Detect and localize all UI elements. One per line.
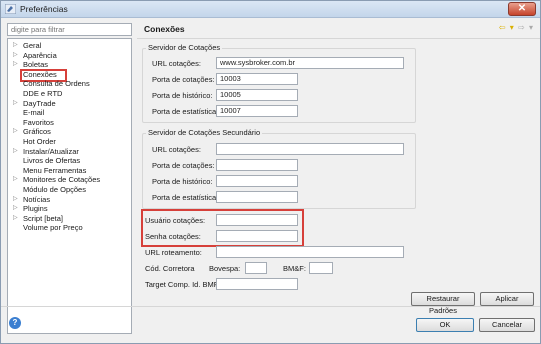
tree-item[interactable]: ▷ Monitores de Cotações <box>8 175 131 184</box>
tree-item[interactable]: ▷ Geral <box>8 41 131 50</box>
tree-item-label: Monitores de Cotações <box>23 175 101 185</box>
url-field[interactable]: www.sysbroker.com.br <box>216 57 404 69</box>
tree-item[interactable]: Volume por Preço <box>8 223 131 232</box>
settings-pane: Conexões ⇦ ▾ ⇨ ▾ Servidor de Cotações UR… <box>137 18 540 343</box>
user-label: Usuário cotações: <box>145 216 206 225</box>
tree-expand-icon[interactable]: ▷ <box>13 214 19 223</box>
preferences-tree: ▷ Geral ▷ Aparência ▷ Boletas Conexões Consulta… <box>7 38 132 334</box>
restore-defaults-button[interactable]: Restaurar Padrões <box>411 292 475 315</box>
target-comp-field[interactable] <box>216 278 298 290</box>
port-label: Porta de cotações: <box>152 75 215 84</box>
tree-item[interactable]: Consulta de Ordens <box>8 79 131 88</box>
tree-expand-icon[interactable]: ▷ <box>13 147 19 156</box>
bmf-field[interactable] <box>309 262 333 274</box>
port-field[interactable]: 10003 <box>216 73 298 85</box>
secondary-port-label: Porta de cotações: <box>152 161 215 170</box>
tree-item-label: Hot Order <box>23 137 56 146</box>
secondary-server-title: Servidor de Cotações Secundário <box>146 128 263 137</box>
secondary-url-field[interactable] <box>216 143 404 155</box>
tree-item-label: Consulta de Ordens <box>23 79 90 89</box>
tree-item[interactable]: DDE e RTD <box>8 89 131 98</box>
bmf-label: BM&F: <box>283 264 306 273</box>
page-title: Conexões <box>144 24 185 34</box>
stats-port-label: Porta de estatísticas: <box>152 107 223 116</box>
tree-item[interactable]: Hot Order <box>8 137 131 146</box>
password-label: Senha cotações: <box>145 232 201 241</box>
tree-item-label: E-mail <box>23 108 45 118</box>
tree-item[interactable]: ▷ Aparência <box>8 51 131 60</box>
tree-expand-icon[interactable]: ▷ <box>13 127 19 136</box>
apply-button[interactable]: Aplicar <box>480 292 534 306</box>
routing-url-label: URL roteamento: <box>145 248 202 257</box>
tree-item-label: Volume por Preço <box>23 223 83 233</box>
tree-expand-icon[interactable]: ▷ <box>13 41 19 50</box>
secondary-stats-port-label: Porta de estatísticas: <box>152 193 223 202</box>
ok-button[interactable]: OK <box>416 318 474 332</box>
tree-item-label: Livros de Ofertas <box>23 156 81 166</box>
secondary-url-label: URL cotações: <box>152 145 201 154</box>
forward-icon[interactable]: ⇨ <box>518 23 526 32</box>
header-divider <box>137 38 540 39</box>
tree-item-label: Menu Ferramentas <box>23 165 87 175</box>
chevron-down-icon[interactable]: ▾ <box>510 23 515 32</box>
app-icon <box>5 4 16 14</box>
preferences-window: Preferências ✕ ▷Geral▷Aparência▷BoletasC… <box>0 0 541 344</box>
tree-expand-icon[interactable]: ▷ <box>13 51 19 60</box>
tree-item-label: Plugins <box>23 204 48 214</box>
tree-item-label: Gráficos <box>23 127 51 137</box>
tree-item[interactable]: ▷ Gráficos <box>8 127 131 136</box>
tree-item[interactable]: ▷ Instalar/Atualizar <box>8 147 131 156</box>
url-label: URL cotações: <box>152 59 201 68</box>
history-port-field[interactable]: 10005 <box>216 89 298 101</box>
tree-item[interactable]: ▷ DayTrade <box>8 99 131 108</box>
primary-server-title: Servidor de Cotações <box>146 43 223 52</box>
tree-item-label: Geral <box>23 41 42 50</box>
bovespa-label: Bovespa: <box>209 264 241 273</box>
tree-item-label: Favoritos <box>23 117 54 127</box>
bovespa-field[interactable] <box>245 262 267 274</box>
tree-expand-icon[interactable]: ▷ <box>13 175 19 184</box>
tree-item[interactable]: Módulo de Opções <box>8 185 131 194</box>
tree-item[interactable]: ▷ Notícias <box>8 195 131 204</box>
secondary-history-port-field[interactable] <box>216 175 298 187</box>
tree-expand-icon[interactable]: ▷ <box>13 204 19 213</box>
broker-code-label: Cód. Corretora <box>145 264 195 273</box>
window-title: Preferências <box>20 4 68 14</box>
tree-item-label: Script [beta] <box>23 213 64 223</box>
tree-item-label: DayTrade <box>23 98 56 108</box>
tree-item[interactable]: Favoritos <box>8 118 131 127</box>
user-field[interactable] <box>216 214 298 226</box>
tree-item[interactable]: ▷ Plugins <box>8 204 131 213</box>
secondary-port-field[interactable] <box>216 159 298 171</box>
close-button[interactable]: ✕ <box>508 2 536 16</box>
tree-item-label: Notícias <box>23 194 51 204</box>
stats-port-field[interactable]: 10007 <box>216 105 298 117</box>
tree-expand-icon[interactable]: ▷ <box>13 99 19 108</box>
back-icon[interactable]: ⇦ <box>499 23 507 32</box>
tree-item-label: Instalar/Atualizar <box>23 146 79 156</box>
nav-toolbar: ⇦ ▾ ⇨ ▾ <box>499 23 534 32</box>
cancel-button[interactable]: Cancelar <box>479 318 535 332</box>
tree-item-label: DDE e RTD <box>23 89 63 98</box>
target-comp-label: Target Comp. Id. BMF: <box>145 280 221 289</box>
help-icon[interactable]: ? <box>9 317 21 329</box>
chevron-down-icon[interactable]: ▾ <box>529 23 534 32</box>
tree-item[interactable]: Livros de Ofertas <box>8 156 131 165</box>
history-port-label: Porta de histórico: <box>152 91 213 100</box>
title-bar: Preferências ✕ <box>1 1 540 18</box>
tree-item[interactable]: ▷ Script [beta] <box>8 214 131 223</box>
tree-item[interactable]: Menu Ferramentas <box>8 166 131 175</box>
filter-input[interactable] <box>7 23 132 36</box>
tree-item-label: Módulo de Opções <box>23 185 86 194</box>
tree-item[interactable]: E-mail <box>8 108 131 117</box>
tree-expand-icon[interactable]: ▷ <box>13 60 19 69</box>
password-field[interactable] <box>216 230 298 242</box>
footer-divider <box>1 306 540 307</box>
secondary-stats-port-field[interactable] <box>216 191 298 203</box>
secondary-history-port-label: Porta de histórico: <box>152 177 213 186</box>
tree-item-label: Aparência <box>23 50 57 60</box>
tree-expand-icon[interactable]: ▷ <box>13 195 19 204</box>
routing-url-field[interactable] <box>216 246 404 258</box>
